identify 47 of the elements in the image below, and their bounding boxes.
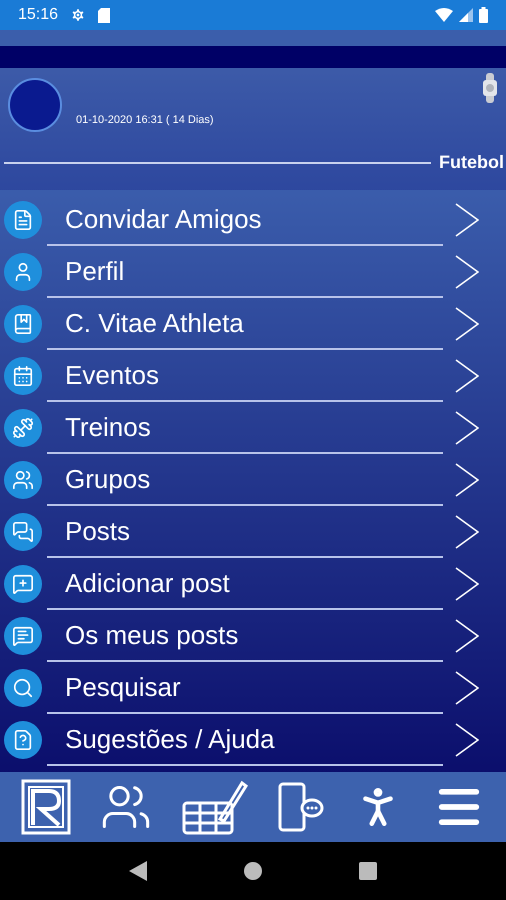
menu-item[interactable]: Sugestões / Ajuda — [0, 714, 506, 766]
chevron-icon — [455, 307, 479, 341]
watch-icon[interactable] — [482, 73, 498, 103]
menu-item[interactable]: Perfil — [0, 246, 506, 298]
chevron-icon — [455, 671, 479, 705]
menu-item[interactable]: Pesquisar — [0, 662, 506, 714]
avatar — [8, 78, 62, 132]
wifi-icon — [435, 8, 453, 22]
menu-item[interactable]: C. Vitae Athleta — [0, 298, 506, 350]
search-icon — [4, 669, 42, 707]
people-icon — [4, 461, 42, 499]
chevron-icon — [455, 463, 479, 497]
menu-item[interactable]: Os meus posts — [0, 610, 506, 662]
home-icon[interactable] — [244, 862, 262, 880]
settings-icon — [70, 7, 86, 23]
status-time: 15:16 — [18, 6, 58, 24]
document-icon — [4, 721, 42, 759]
chevron-icon — [455, 359, 479, 393]
menu-item[interactable]: Convidar Amigos — [0, 194, 506, 246]
book-icon — [4, 305, 42, 343]
chevron-icon — [455, 619, 479, 653]
chat-bubbles-icon — [4, 513, 42, 551]
sport-label: Futebol — [439, 152, 505, 173]
calendar-icon — [4, 357, 42, 395]
logo-icon[interactable] — [20, 779, 71, 835]
sd-card-icon — [98, 8, 110, 22]
phone-chat-icon[interactable] — [278, 782, 324, 832]
chevron-icon — [455, 515, 479, 549]
chevron-icon — [455, 411, 479, 445]
battery-icon — [479, 7, 488, 23]
back-icon[interactable] — [128, 861, 147, 881]
menu-item[interactable]: Treinos — [0, 402, 506, 454]
chevron-icon — [455, 255, 479, 289]
table-pen-icon[interactable] — [182, 779, 248, 835]
document-icon — [4, 201, 42, 239]
signal-icon — [459, 8, 473, 22]
date-text: 01-10-2020 16:31 ( 14 Dias) — [76, 114, 214, 126]
recents-icon[interactable] — [359, 862, 378, 880]
menu-item[interactable]: Grupos — [0, 454, 506, 506]
add-message-icon — [4, 565, 42, 603]
chevron-icon — [455, 203, 479, 237]
menu-item[interactable]: Adicionar post — [0, 558, 506, 610]
menu-item[interactable]: Posts — [0, 506, 506, 558]
person-icon — [4, 253, 42, 291]
menu-item[interactable]: Eventos — [0, 350, 506, 402]
chevron-icon — [455, 567, 479, 601]
chevron-icon — [455, 723, 479, 757]
